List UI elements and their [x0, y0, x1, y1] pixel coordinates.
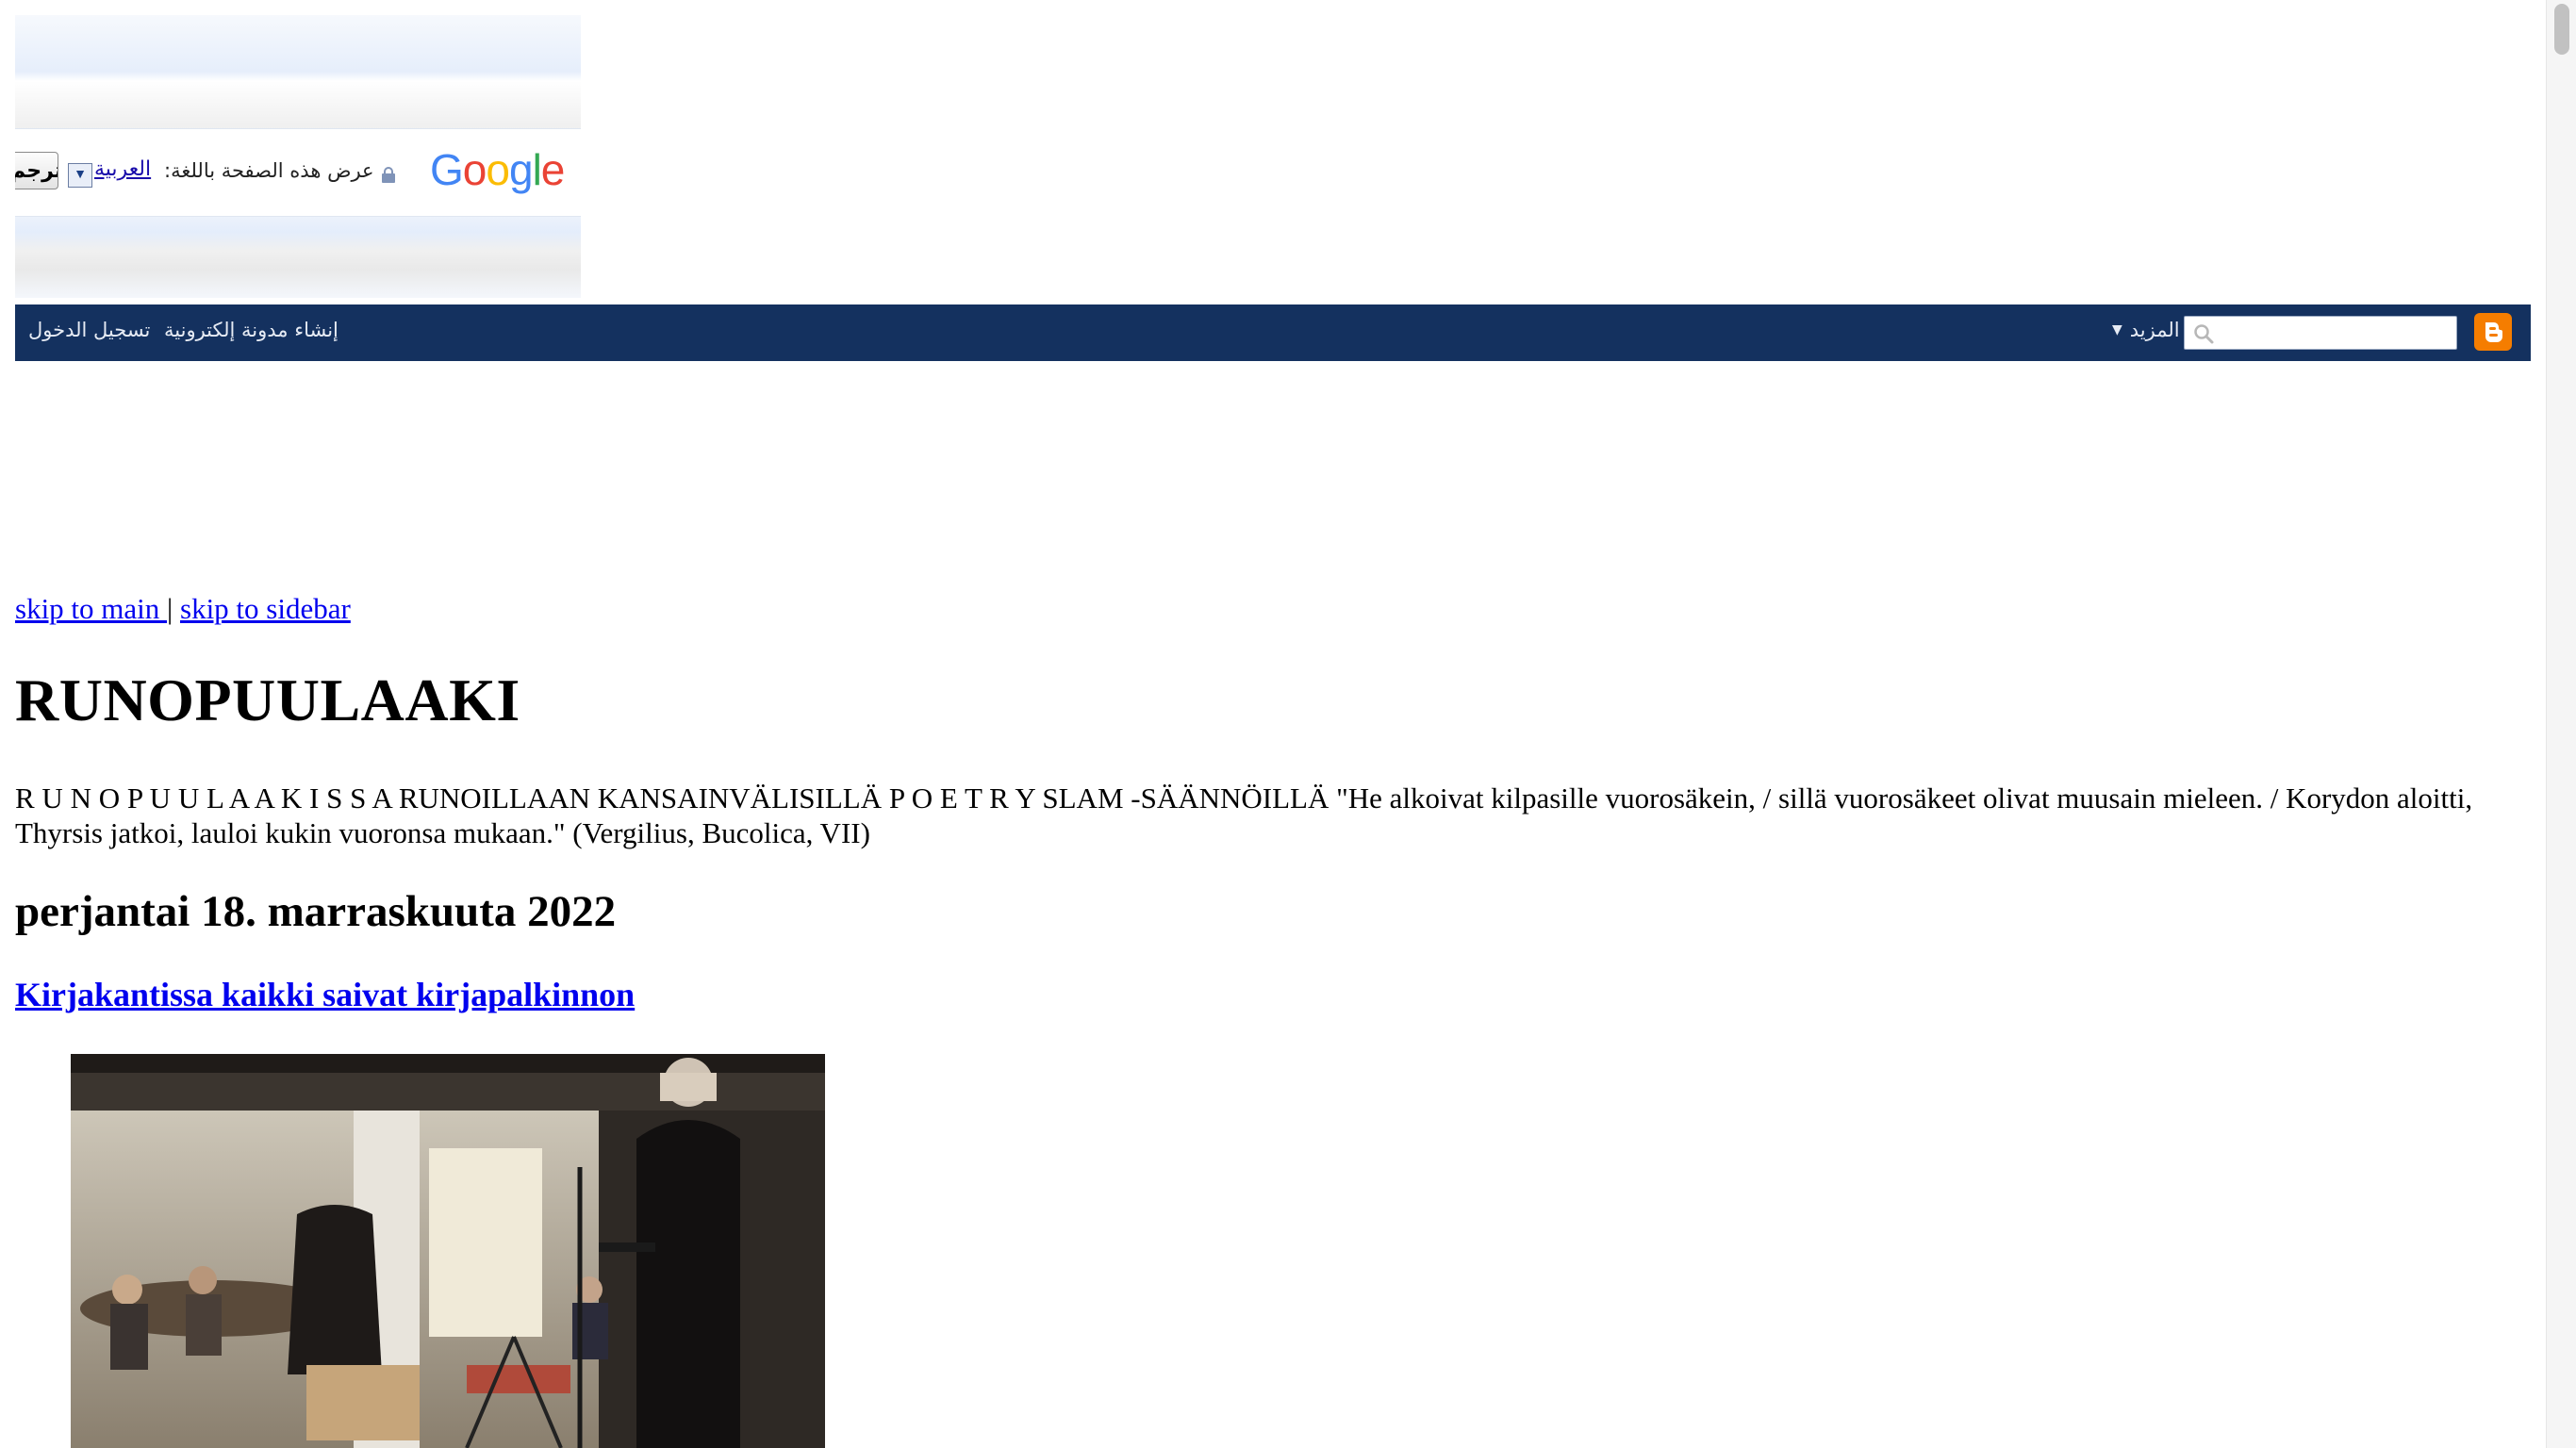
scrollbar-thumb[interactable] [2554, 4, 2569, 55]
blog-search[interactable] [2184, 316, 2457, 350]
blog-title: RUNOPUULAAKI [15, 666, 520, 733]
skip-separator: | [167, 592, 173, 625]
skip-links: skip to main | skip to sidebar [15, 592, 351, 626]
post-image[interactable] [71, 1054, 825, 1448]
more-label: المزيد [2129, 319, 2180, 341]
translate-button[interactable]: ترجم [15, 152, 58, 189]
google-translate-bar: ترجم ▼ العربية عرض هذه الصفحة باللغة: Go… [15, 15, 581, 298]
language-dropdown[interactable]: ▼ [68, 163, 92, 188]
chevron-down-icon: ▼ [74, 168, 87, 182]
blog-description: R U N O P U U L A A K I S S A RUNOILLAAN… [15, 782, 2473, 849]
blogger-logo-icon[interactable] [2474, 313, 2512, 351]
view-page-label: عرض هذه الصفحة باللغة: [164, 159, 374, 182]
more-menu[interactable]: المزيد ▼ [2112, 319, 2180, 341]
sign-in-link[interactable]: تسجيل الدخول [28, 319, 150, 341]
photo-illustration [71, 1054, 825, 1448]
google-logo: Google [430, 145, 565, 194]
caret-down-icon: ▼ [2112, 322, 2122, 337]
blogger-b-icon [2485, 322, 2502, 342]
search-icon [2194, 324, 2214, 344]
search-input[interactable] [2219, 319, 2454, 347]
lock-icon [382, 167, 395, 183]
post-title-link[interactable]: Kirjakantissa kaikki saivat kirjapalkinn… [15, 976, 635, 1013]
language-link[interactable]: العربية [94, 157, 151, 181]
post-title: Kirjakantissa kaikki saivat kirjapalkinn… [15, 975, 635, 1014]
blogger-navbar: تسجيل الدخول إنشاء مدونة إلكترونية المزي… [15, 304, 2531, 361]
create-blog-link[interactable]: إنشاء مدونة إلكترونية [164, 319, 339, 341]
page-scrollbar[interactable] [2546, 0, 2576, 1448]
translate-row: ترجم ▼ العربية عرض هذه الصفحة باللغة: Go… [15, 128, 581, 217]
skip-to-main-link[interactable]: skip to main [15, 592, 167, 625]
skip-to-sidebar-link[interactable]: skip to sidebar [180, 592, 351, 625]
date-header: perjantai 18. marraskuuta 2022 [15, 887, 617, 936]
